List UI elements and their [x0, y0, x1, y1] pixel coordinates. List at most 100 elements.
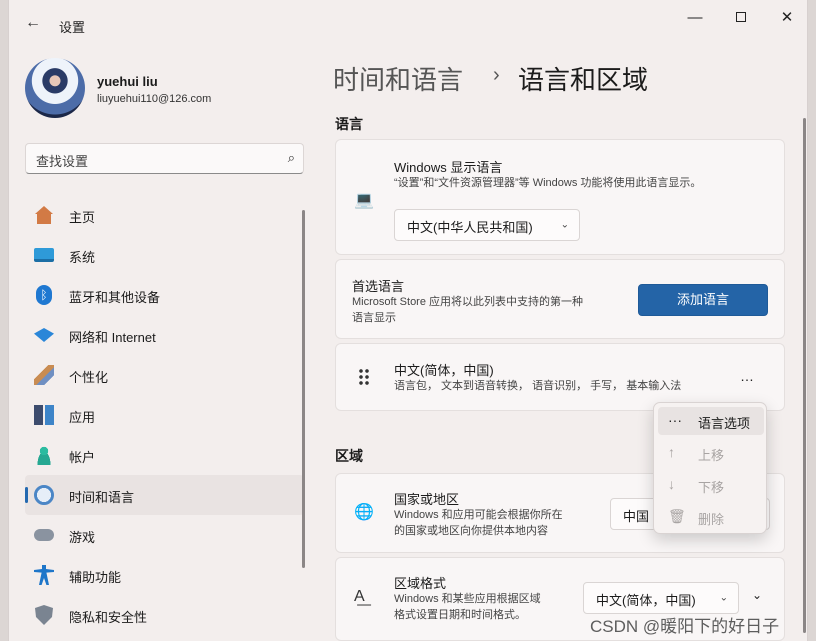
expand-chevron-icon[interactable]: ⌄ [752, 588, 763, 602]
language-item-title: 中文(简体，中国) [394, 363, 494, 378]
home-icon [35, 206, 53, 224]
region-format-icon: A͟ [354, 588, 365, 605]
menu-item-move-up[interactable]: ↑ 上移 [658, 439, 764, 467]
apps-icon [34, 405, 54, 425]
app-title: 设置 [59, 20, 86, 35]
sidebar-item-label: 隐私和安全性 [69, 610, 148, 625]
country-region-desc-2: 的国家或地区向你提供本地内容 [394, 525, 548, 537]
ellipsis-icon: ··· [668, 412, 682, 428]
more-options-icon[interactable]: … [740, 368, 755, 384]
sidebar-item-label: 时间和语言 [69, 490, 135, 505]
region-format-desc-2: 格式设置日期和时间格式。 [394, 609, 526, 621]
display-language-select[interactable]: 中文(中华人民共和国) ⌄ [394, 209, 580, 241]
region-format-select[interactable]: 中文(简体，中国) ⌄ [583, 582, 739, 614]
sidebar-item-accessibility[interactable]: 辅助功能 [25, 555, 304, 595]
menu-item-language-options[interactable]: ··· 语言选项 [658, 407, 764, 435]
minimize-button[interactable]: — [675, 6, 715, 30]
display-language-value: 中文(中华人民共和国) [407, 220, 533, 235]
settings-window: ← 设置 — ✕ yuehui liu liuyuehui110@126.com… [8, 0, 808, 641]
sidebar-item-label: 系统 [69, 250, 96, 265]
country-region-title: 国家或地区 [394, 492, 460, 507]
brush-icon [34, 365, 54, 385]
preferred-language-desc-2: 语言显示 [352, 312, 396, 324]
user-name: yuehui liu [97, 74, 158, 89]
chevron-down-icon: ⌄ [560, 219, 569, 231]
sidebar-item-label: 辅助功能 [69, 570, 122, 585]
language-item-desc: 语言包， 文本到语音转换， 语音识别， 手写， 基本输入法 [394, 380, 682, 392]
region-format-desc-1: Windows 和某些应用根据区域 [394, 593, 541, 605]
system-icon [34, 248, 54, 262]
maximize-button[interactable] [721, 6, 761, 30]
menu-item-label: 上移 [698, 448, 725, 463]
display-language-desc: “设置”和“文件资源管理器”等 Windows 功能将使用此语言显示。 [394, 177, 702, 189]
page-title: 语言和区域 [518, 65, 649, 95]
sidebar-item-time-language[interactable]: 时间和语言 [25, 475, 304, 515]
content-scrollbar[interactable] [803, 118, 806, 633]
drag-handle-icon[interactable] [358, 368, 370, 386]
preferred-language-desc-1: Microsoft Store 应用将以此列表中支持的第一种 [352, 296, 584, 308]
title-bar: ← 设置 — ✕ [9, 0, 807, 48]
region-format-title: 区域格式 [394, 576, 447, 591]
sidebar-item-bluetooth[interactable]: ᛒ 蓝牙和其他设备 [25, 275, 304, 315]
accessibility-icon [34, 565, 54, 585]
menu-item-label: 下移 [698, 480, 725, 495]
active-indicator [25, 487, 28, 503]
country-region-desc-1: Windows 和应用可能会根据你所在 [394, 509, 563, 521]
maximize-icon [736, 12, 746, 22]
region-format-value: 中文(简体，中国) [596, 593, 696, 608]
language-item-card[interactable]: 中文(简体，中国) 语言包， 文本到语音转换， 语音识别， 手写， 基本输入法 … [335, 343, 785, 411]
sidebar-item-label: 应用 [69, 410, 96, 425]
shield-icon [35, 605, 53, 625]
laptop-icon: 💻 [354, 192, 374, 209]
time-language-icon [34, 485, 54, 505]
watermark: CSDN @暖阳下的好日子 [590, 617, 780, 636]
add-language-button[interactable]: 添加语言 [638, 284, 768, 316]
avatar[interactable] [25, 58, 85, 118]
sidebar-item-system[interactable]: 系统 [25, 235, 304, 275]
sidebar-item-label: 个性化 [69, 370, 109, 385]
search-icon[interactable]: ⌕ [288, 150, 295, 166]
preferred-language-card: 首选语言 Microsoft Store 应用将以此列表中支持的第一种 语言显示… [335, 259, 785, 339]
globe-icon: 🌐 [354, 504, 374, 521]
arrow-down-icon: ↓ [668, 476, 675, 492]
sidebar-nav: 主页 系统 ᛒ 蓝牙和其他设备 网络和 Internet 个性化 应用 帐户 时… [25, 195, 304, 635]
language-context-menu: ··· 语言选项 ↑ 上移 ↓ 下移 🗑 删除 [653, 402, 767, 534]
chevron-down-icon: ⌄ [719, 592, 728, 604]
sidebar-item-apps[interactable]: 应用 [25, 395, 304, 435]
sidebar-item-label: 游戏 [69, 530, 96, 545]
wifi-icon [34, 328, 54, 342]
arrow-up-icon: ↑ [668, 444, 675, 460]
section-heading-language: 语言 [335, 116, 363, 132]
trash-icon: 🗑 [668, 508, 686, 524]
section-heading-region: 区域 [335, 448, 363, 464]
bluetooth-icon: ᛒ [36, 285, 52, 305]
breadcrumb-parent[interactable]: 时间和语言 [333, 60, 463, 97]
menu-item-label: 语言选项 [698, 416, 751, 431]
breadcrumb-separator: › [493, 64, 500, 86]
sidebar-scrollbar[interactable] [302, 210, 305, 568]
gamepad-icon [34, 529, 54, 541]
sidebar-item-network[interactable]: 网络和 Internet [25, 315, 304, 355]
close-button[interactable]: ✕ [767, 6, 807, 30]
back-arrow-icon[interactable]: ← [23, 13, 43, 33]
user-email: liuyuehui110@126.com [97, 93, 212, 105]
sidebar-item-label: 网络和 Internet [69, 330, 156, 345]
sidebar-item-gaming[interactable]: 游戏 [25, 515, 304, 555]
search-input[interactable]: 查找设置 ⌕ [25, 143, 304, 174]
sidebar-item-label: 帐户 [69, 450, 96, 465]
menu-item-move-down[interactable]: ↓ 下移 [658, 471, 764, 499]
sidebar-item-label: 主页 [69, 210, 96, 225]
menu-item-remove[interactable]: 🗑 删除 [658, 503, 764, 531]
account-icon [34, 445, 54, 465]
country-region-value: 中国 [623, 509, 650, 524]
preferred-language-title: 首选语言 [352, 279, 405, 294]
sidebar-item-home[interactable]: 主页 [25, 195, 304, 235]
sidebar-item-label: 蓝牙和其他设备 [69, 290, 161, 305]
display-language-card: 💻 Windows 显示语言 “设置”和“文件资源管理器”等 Windows 功… [335, 139, 785, 255]
display-language-title: Windows 显示语言 [394, 160, 503, 175]
sidebar-item-accounts[interactable]: 帐户 [25, 435, 304, 475]
sidebar-item-privacy[interactable]: 隐私和安全性 [25, 595, 304, 635]
search-placeholder: 查找设置 [36, 154, 89, 169]
menu-item-label: 删除 [698, 512, 725, 527]
sidebar-item-personalization[interactable]: 个性化 [25, 355, 304, 395]
